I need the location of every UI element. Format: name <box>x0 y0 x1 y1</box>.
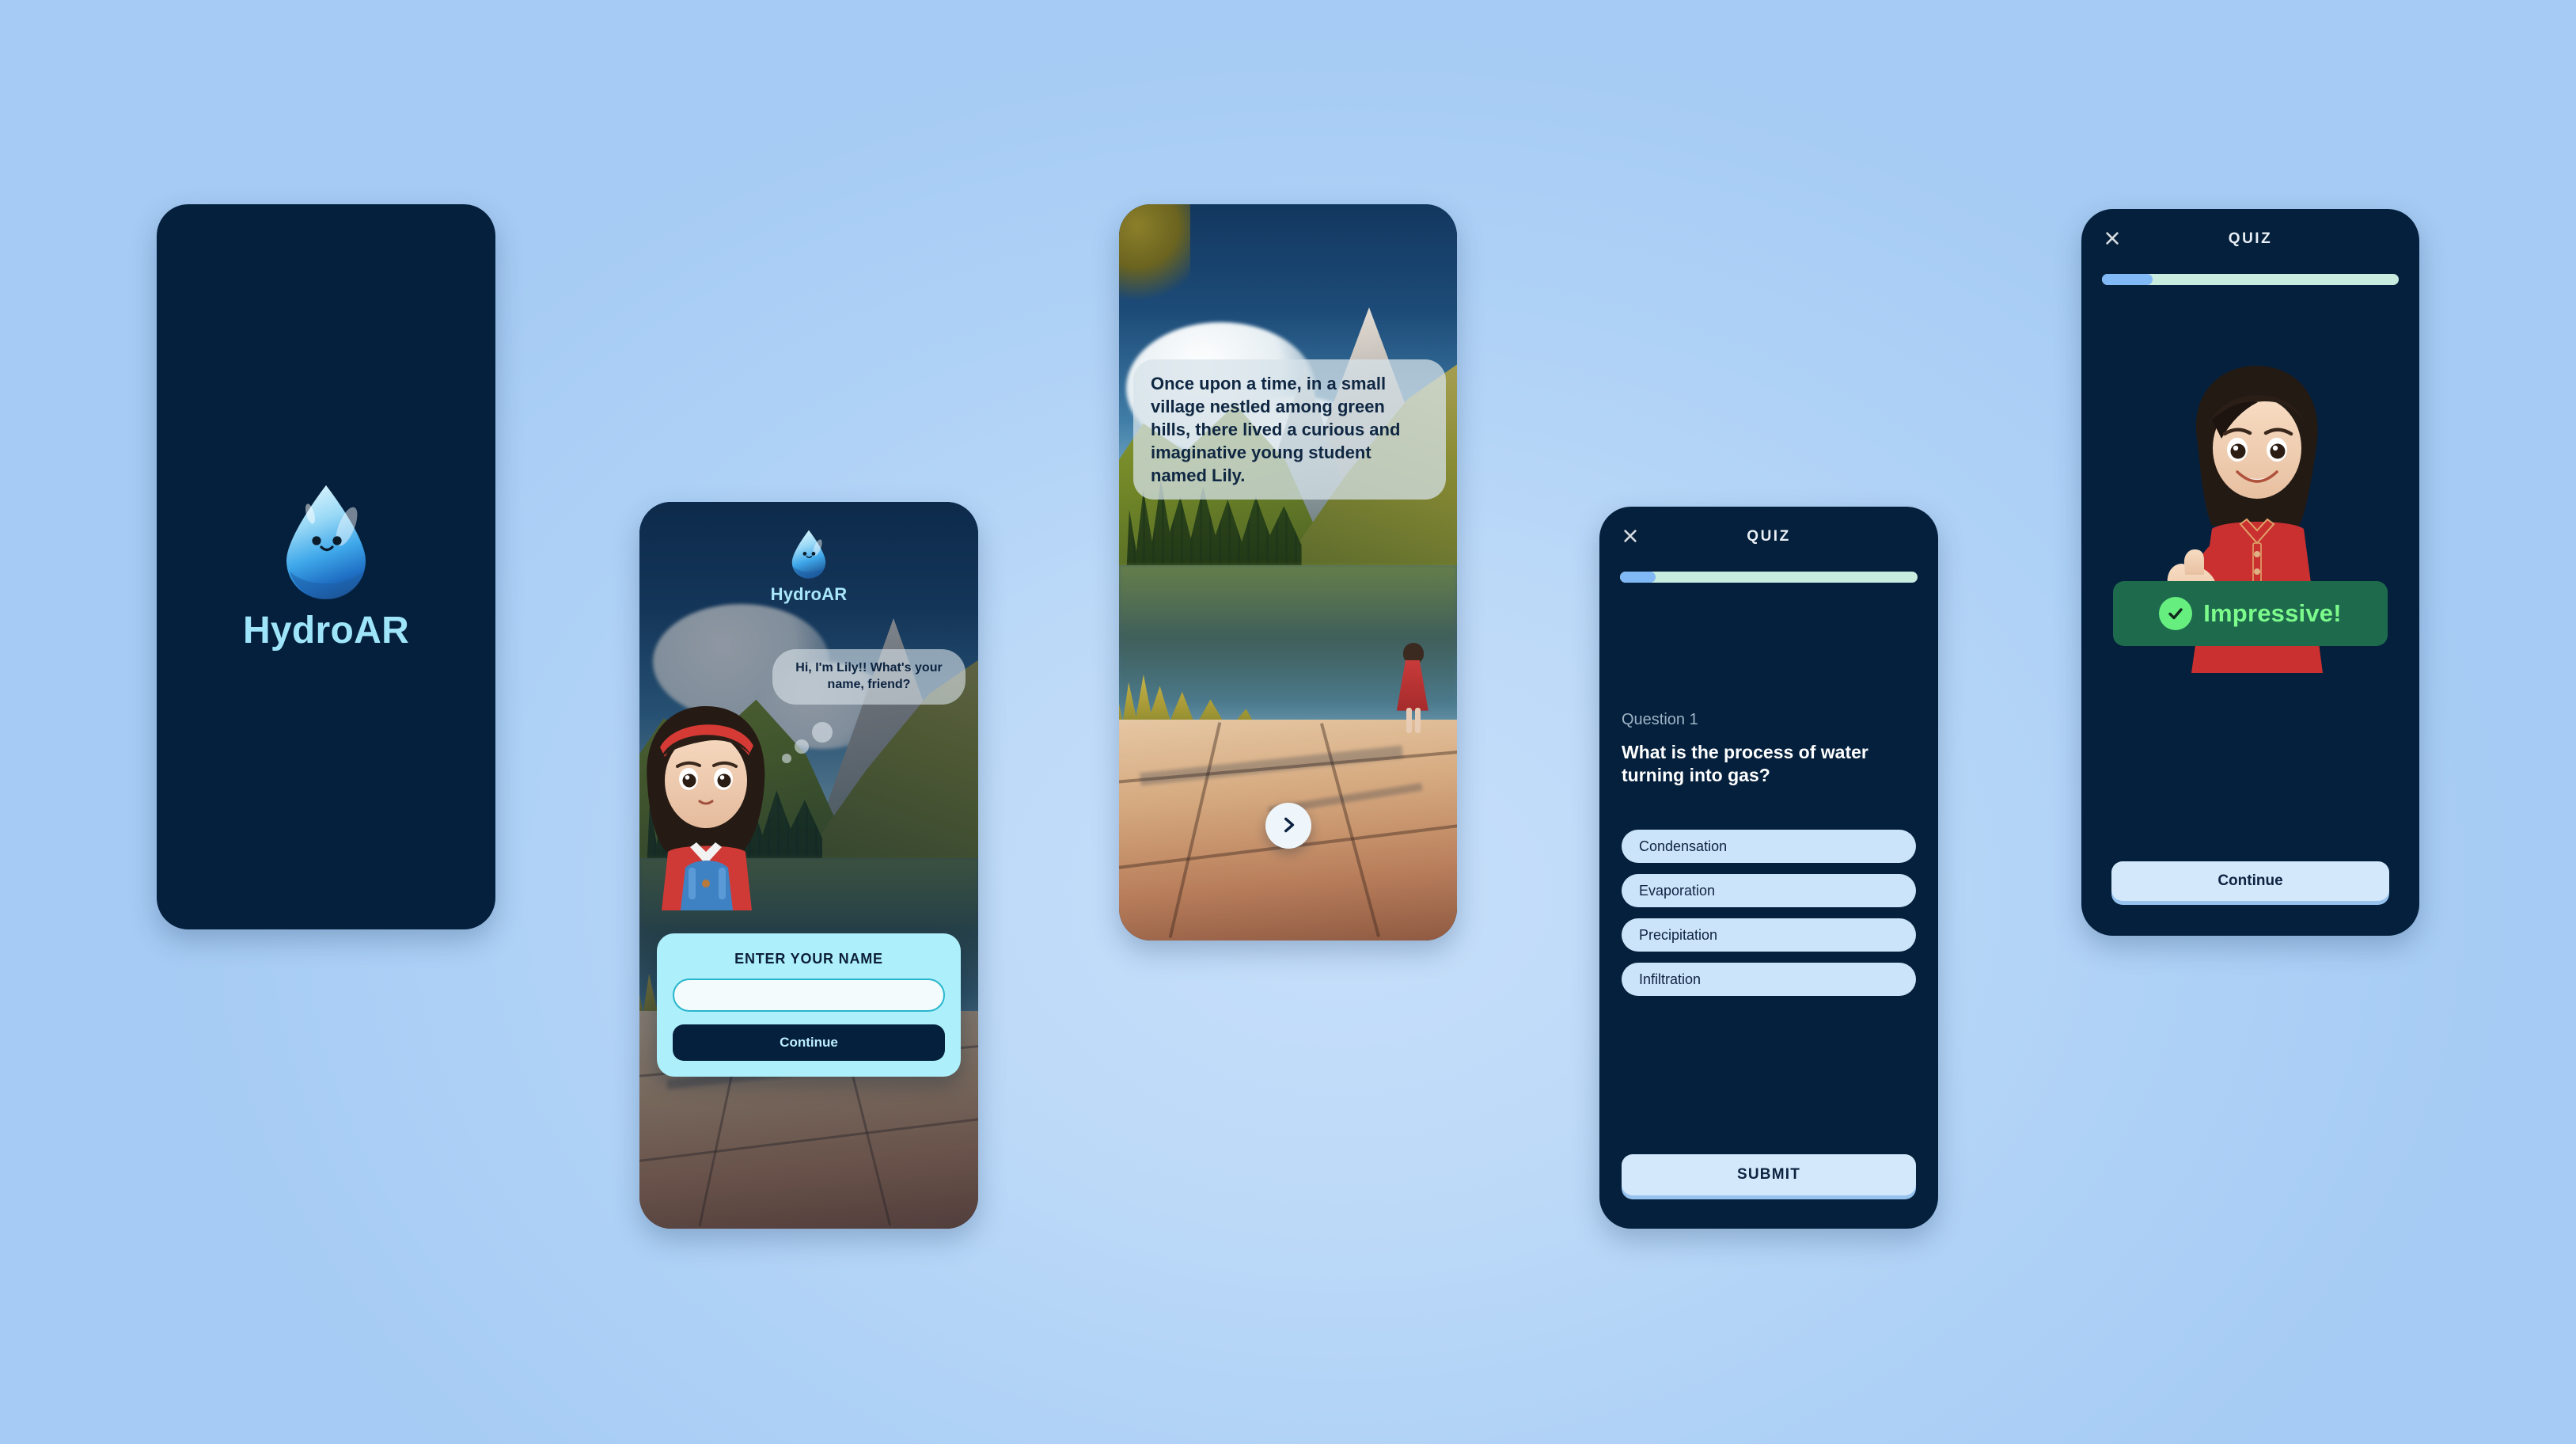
answer-option-2[interactable]: Evaporation <box>1622 874 1916 907</box>
answer-option-1[interactable]: Condensation <box>1622 830 1916 863</box>
continue-button[interactable]: Continue <box>2111 861 2389 901</box>
thought-dot-large <box>812 722 833 743</box>
close-icon <box>2104 230 2121 249</box>
girl-in-scene <box>1395 642 1430 735</box>
name-card-title: ENTER YOUR NAME <box>734 951 883 967</box>
question-number: Question 1 <box>1622 711 1698 728</box>
result-progress-bar <box>2102 274 2399 285</box>
water-droplet-mascot-icon <box>274 482 378 602</box>
story-narration-bubble: Once upon a time, in a small village nes… <box>1133 359 1446 500</box>
check-circle-icon <box>2159 597 2193 630</box>
quiz-progress-fill <box>1620 572 1656 583</box>
answer-option-3[interactable]: Precipitation <box>1622 918 1916 952</box>
thought-dot-small <box>782 754 791 763</box>
question-text: What is the process of water turning int… <box>1622 742 1868 786</box>
quiz-header: QUIZ <box>1599 507 1938 567</box>
impressive-badge: Impressive! <box>2113 581 2388 646</box>
lily-greeting-bubble: Hi, I'm Lily!! What's your name, friend? <box>772 649 966 705</box>
phone-screen-splash: HydroAR <box>157 204 495 929</box>
next-button[interactable] <box>1265 803 1311 849</box>
water-droplet-mascot-icon <box>787 529 831 580</box>
impressive-label: Impressive! <box>2203 599 2342 627</box>
quiz-progress-bar <box>1620 572 1918 583</box>
name-entry-header: HydroAR <box>639 502 978 605</box>
close-button[interactable] <box>1620 526 1641 547</box>
answer-options-list: Condensation Evaporation Precipitation I… <box>1622 830 1916 996</box>
submit-button[interactable]: SUBMIT <box>1622 1154 1916 1195</box>
result-progress-fill <box>2102 274 2153 285</box>
name-input[interactable] <box>673 978 945 1012</box>
phone-screen-result: QUIZ Impressive! Continue <box>2081 209 2419 936</box>
lily-character-portrait <box>639 689 782 910</box>
thought-dot-medium <box>795 739 809 754</box>
close-button[interactable] <box>2102 229 2123 249</box>
quiz-title: QUIZ <box>1747 528 1791 545</box>
chevron-right-icon <box>1278 815 1299 838</box>
result-header: QUIZ <box>2081 209 2419 269</box>
splash-content: HydroAR <box>157 204 495 929</box>
close-icon <box>1622 527 1639 547</box>
app-brand-title: HydroAR <box>242 609 410 652</box>
name-entry-card: ENTER YOUR NAME Continue <box>657 933 961 1077</box>
quiz-title: QUIZ <box>2228 230 2273 247</box>
app-brand-title: HydroAR <box>770 584 848 604</box>
phone-screen-quiz: QUIZ Question 1 What is the process of w… <box>1599 507 1938 1229</box>
continue-button[interactable]: Continue <box>673 1024 945 1061</box>
answer-option-4[interactable]: Infiltration <box>1622 963 1916 996</box>
phone-screen-story: Once upon a time, in a small village nes… <box>1119 204 1457 940</box>
phone-screen-name-entry: HydroAR Hi, I'm Lily!! What's your name,… <box>639 502 978 1229</box>
